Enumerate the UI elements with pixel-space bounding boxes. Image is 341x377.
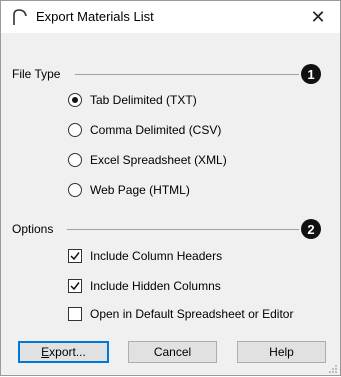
checkbox[interactable] — [68, 249, 82, 263]
options-divider — [67, 229, 299, 230]
resize-grip-icon[interactable] — [328, 363, 338, 373]
options-label: Options — [12, 222, 54, 236]
cancel-button-label: Cancel — [153, 345, 192, 359]
radio-label: Tab Delimited (TXT) — [90, 93, 197, 107]
radio-label: Comma Delimited (CSV) — [90, 123, 222, 137]
checkbox-label: Include Hidden Columns — [90, 279, 221, 293]
radio-button[interactable] — [68, 183, 82, 197]
radio-button[interactable] — [68, 123, 82, 137]
help-button[interactable]: Help — [237, 341, 326, 363]
callout-badge-1: 1 — [301, 64, 321, 84]
radio-label: Excel Spreadsheet (XML) — [90, 153, 227, 167]
checkmark-icon — [70, 282, 80, 291]
checkbox-label: Include Column Headers — [90, 249, 223, 263]
checkbox[interactable] — [68, 279, 82, 293]
radio-option-csv[interactable]: Comma Delimited (CSV) — [68, 121, 221, 139]
app-icon — [11, 8, 29, 26]
title-bar: Export Materials List ✕ — [1, 1, 340, 33]
radio-option-html[interactable]: Web Page (HTML) — [68, 181, 190, 199]
export-button-label: Export... — [41, 345, 86, 359]
checkbox-label: Open in Default Spreadsheet or Editor — [90, 307, 294, 321]
window-title: Export Materials List — [36, 9, 154, 24]
checkbox-open-in-default-editor[interactable]: Open in Default Spreadsheet or Editor — [68, 305, 293, 323]
radio-option-txt[interactable]: Tab Delimited (TXT) — [68, 91, 197, 109]
export-materials-dialog: Export Materials List ✕ File Type 1 Tab … — [0, 0, 341, 376]
radio-option-xml[interactable]: Excel Spreadsheet (XML) — [68, 151, 227, 169]
callout-badge-2: 2 — [301, 219, 321, 239]
file-type-divider — [75, 74, 299, 75]
radio-label: Web Page (HTML) — [90, 183, 190, 197]
checkbox[interactable] — [68, 307, 82, 321]
radio-button[interactable] — [68, 153, 82, 167]
radio-button[interactable] — [68, 93, 82, 107]
checkmark-icon — [70, 252, 80, 261]
close-icon: ✕ — [310, 6, 326, 27]
file-type-label: File Type — [12, 67, 61, 81]
export-button[interactable]: Export... — [18, 341, 109, 363]
checkbox-include-column-headers[interactable]: Include Column Headers — [68, 247, 222, 265]
checkbox-include-hidden-columns[interactable]: Include Hidden Columns — [68, 277, 221, 295]
cancel-button[interactable]: Cancel — [128, 341, 217, 363]
close-button[interactable]: ✕ — [296, 1, 340, 33]
help-button-label: Help — [269, 345, 294, 359]
